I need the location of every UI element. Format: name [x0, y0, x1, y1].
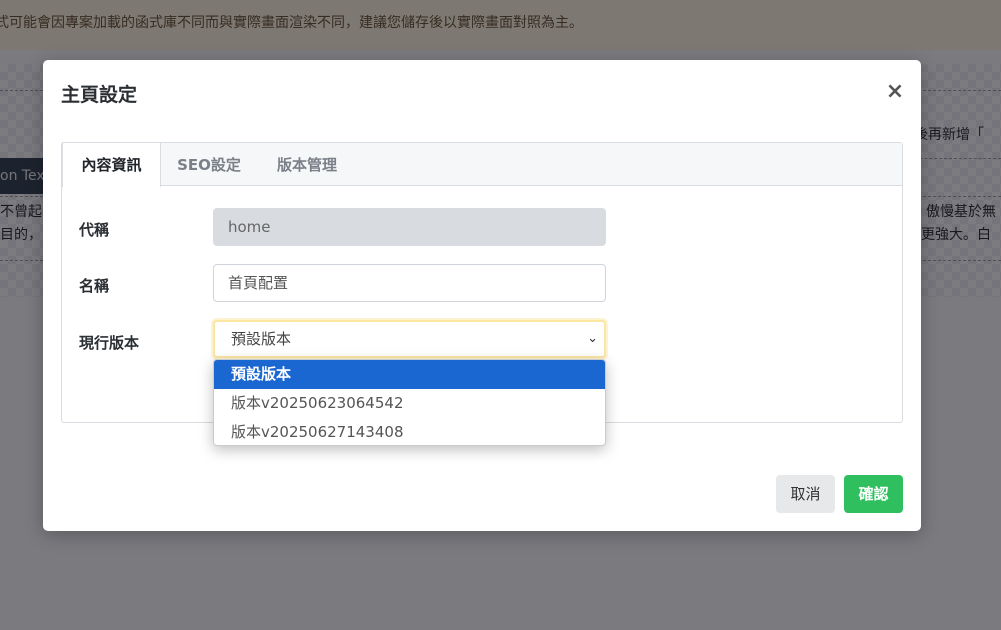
tab-bar: 內容資訊 SEO設定 版本管理 [62, 142, 902, 187]
homepage-settings-modal: 主頁設定 × 內容資訊 SEO設定 版本管理 代稱 home 名稱 首頁配置 現… [43, 60, 921, 531]
version-option[interactable]: 版本v20250623064542 [214, 389, 605, 418]
chevron-down-icon: ⌄ [587, 331, 598, 346]
alias-field: home [213, 208, 606, 246]
version-label: 現行版本 [79, 334, 140, 352]
modal-title: 主頁設定 [61, 84, 138, 106]
close-icon[interactable]: × [885, 80, 905, 104]
cancel-button[interactable]: 取消 [776, 475, 835, 513]
tab-content-info[interactable]: 內容資訊 [62, 142, 161, 187]
alias-label: 代稱 [79, 221, 110, 239]
confirm-button[interactable]: 確認 [844, 475, 903, 513]
version-select[interactable]: 預設版本 ⌄ [213, 320, 606, 358]
tab-seo-settings[interactable]: SEO設定 [161, 143, 257, 187]
version-dropdown-list: 預設版本 版本v20250623064542 版本v20250627143408 [213, 359, 606, 446]
version-select-value: 預設版本 [231, 330, 292, 348]
version-option[interactable]: 版本v20250627143408 [214, 418, 605, 445]
tab-version-management[interactable]: 版本管理 [257, 143, 357, 187]
version-option[interactable]: 預設版本 [214, 360, 605, 389]
name-field[interactable]: 首頁配置 [213, 264, 606, 302]
name-label: 名稱 [79, 277, 110, 295]
